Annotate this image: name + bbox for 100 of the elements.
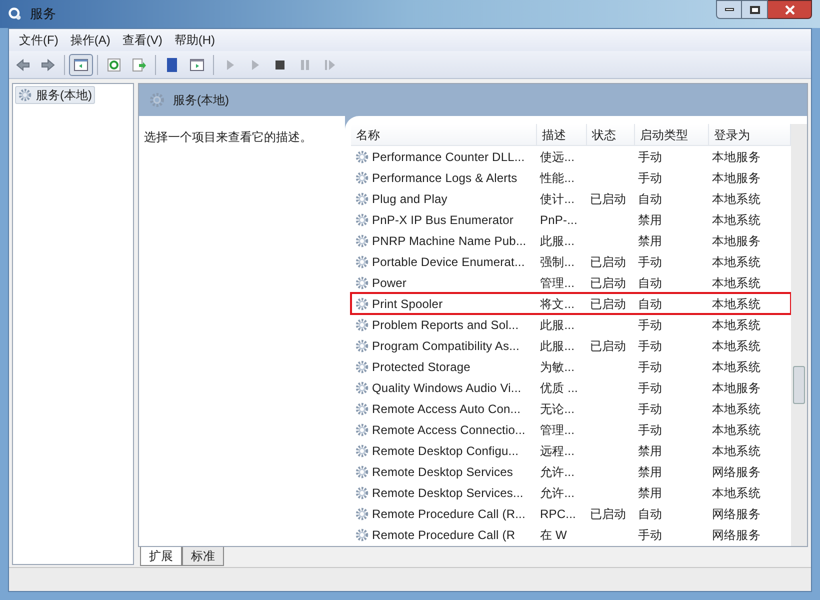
column-header[interactable]: 描述 <box>537 124 587 145</box>
table-cell-text: 为敏... <box>540 358 575 376</box>
table-row[interactable]: PnP-X IP Bus Enumerator PnP-... 禁用 本地系统 <box>351 209 791 230</box>
table-row[interactable]: Power 管理... 已启动 自动 本地系统 <box>351 272 791 293</box>
close-button[interactable] <box>768 0 812 19</box>
table-cell-text: 本地系统 <box>712 316 760 334</box>
table-cell-text: 自动 <box>638 190 662 208</box>
menu-item[interactable]: 文件(F) <box>13 31 64 49</box>
table-cell-text: PNRP Machine Name Pub... <box>372 232 526 250</box>
close-icon <box>784 4 794 14</box>
table-cell-text: 网络服务 <box>712 506 760 522</box>
view-tab[interactable]: 标准 <box>182 547 224 566</box>
table-row[interactable]: Remote Desktop Services... 允许... 禁用 本地系统 <box>351 482 791 503</box>
table-cell-text: Print Spooler <box>372 296 443 312</box>
menu-item[interactable]: 查看(V) <box>116 31 168 49</box>
table-row[interactable]: Quality Windows Audio Vi... 优质 ... 手动 本地服务 <box>351 377 791 398</box>
table-row[interactable]: Performance Logs & Alerts 性能... 手动 本地服务 <box>351 167 791 188</box>
table-cell-text: 本地系统 <box>712 422 760 438</box>
table-cell-text: Program Compatibility As... <box>372 338 520 354</box>
menu-item[interactable]: 帮助(H) <box>168 31 221 49</box>
table-row[interactable]: Plug and Play 使计... 已启动 自动 本地系统 <box>351 188 791 209</box>
table-cell-text: 手动 <box>638 338 662 354</box>
table-row[interactable]: Remote Access Auto Con... 无论... 手动 本地系统 <box>351 398 791 419</box>
table-row[interactable]: Remote Procedure Call (R 在 W 手动 网络服务 <box>351 524 791 545</box>
table-row[interactable]: Protected Storage 为敏... 手动 本地系统 <box>351 356 791 377</box>
description-text: 选择一个项目来查看它的描述。 <box>144 130 312 144</box>
table-cell-text: 禁用 <box>638 464 662 480</box>
column-header[interactable]: 启动类型 <box>635 124 709 145</box>
table-cell-text: PnP-... <box>540 212 578 228</box>
table-cell-text: 本地系统 <box>712 212 760 228</box>
table-cell-text: 此服... <box>540 338 575 354</box>
table-cell-text: 管理... <box>540 274 575 292</box>
tree-item[interactable]: 服务(本地) <box>15 86 95 104</box>
table-cell-text: Protected Storage <box>372 358 470 376</box>
table-cell-text: 网络服务 <box>712 464 760 480</box>
table-cell-text: 远程... <box>540 442 575 460</box>
column-header[interactable]: 状态 <box>587 124 635 145</box>
table-cell-text: Performance Logs & Alerts <box>372 170 518 186</box>
table-cell-text: 本地服务 <box>712 170 760 186</box>
table-cell-text: 使远... <box>540 148 575 166</box>
table-cell-text: 将文... <box>540 296 575 312</box>
table-cell-text: Remote Procedure Call (R <box>372 526 516 544</box>
table-cell-text: Remote Desktop Configu... <box>372 442 519 460</box>
table-row[interactable]: Program Compatibility As... 此服... 已启动 手动 本地系统 <box>351 335 791 356</box>
table-cell-text: 手动 <box>638 170 662 186</box>
table-cell-text: Power <box>372 274 407 292</box>
console-tree-icon[interactable] <box>69 54 93 76</box>
table-cell-text: 本地服务 <box>712 148 760 166</box>
panel-title: 服务(本地) <box>173 92 229 109</box>
table-cell-text: Quality Windows Audio Vi... <box>372 380 522 396</box>
table-cell-text: Performance Counter DLL... <box>372 148 525 166</box>
table-cell-text: Remote Desktop Services... <box>372 484 524 502</box>
table-cell-text: 使计... <box>540 190 575 208</box>
table-row[interactable]: Remote Desktop Services 允许... 禁用 网络服务 <box>351 461 791 482</box>
table-cell-text: 允许... <box>540 464 575 480</box>
table-cell-text: 本地系统 <box>712 190 760 208</box>
table-cell-text: 在 W <box>540 526 567 544</box>
column-header[interactable]: 名称 <box>351 124 537 145</box>
minimize-button[interactable] <box>716 0 742 19</box>
table-cell-text: 本地服务 <box>712 380 760 396</box>
table-cell-text: 自动 <box>638 296 662 312</box>
table-cell-text: 自动 <box>638 506 662 522</box>
table-cell-text: 本地系统 <box>712 484 760 502</box>
table-cell-text: Problem Reports and Sol... <box>372 316 519 334</box>
table-cell-text: 性能... <box>540 170 575 186</box>
table-cell-text: 此服... <box>540 232 575 250</box>
table-cell-text: Plug and Play <box>372 190 448 208</box>
column-header[interactable]: 登录为 <box>709 124 791 145</box>
menu-item[interactable]: 操作(A) <box>64 31 116 49</box>
table-row[interactable]: Remote Procedure Call (R... RPC... 已启动 自动 网络服务 <box>351 503 791 524</box>
table-cell-text: 禁用 <box>638 484 662 502</box>
table-cell-text: 已启动 <box>590 274 626 292</box>
table-cell-text: 管理... <box>540 422 575 438</box>
maximize-button[interactable] <box>742 0 768 19</box>
window-title: 服务 <box>30 5 56 24</box>
table-cell-text: 无论... <box>540 400 575 418</box>
table-cell-text: 允许... <box>540 484 575 502</box>
table-cell-text: 手动 <box>638 422 662 438</box>
table-cell-text: 强制... <box>540 254 575 270</box>
table-row[interactable]: Portable Device Enumerat... 强制... 已启动 手动 本地系统 <box>351 251 791 272</box>
table-row[interactable]: Remote Access Connectio... 管理... 手动 本地系统 <box>351 419 791 440</box>
table-cell-text: Portable Device Enumerat... <box>372 254 525 270</box>
table-cell-text: 本地系统 <box>712 358 760 376</box>
table-cell-text: 已启动 <box>590 190 626 208</box>
table-row[interactable]: Print Spooler 将文... 已启动 自动 本地系统 <box>351 293 791 314</box>
table-row[interactable]: Remote Desktop Configu... 远程... 禁用 本地系统 <box>351 440 791 461</box>
table-cell-text: Remote Procedure Call (R... <box>372 506 526 522</box>
view-tab[interactable]: 扩展 <box>140 547 182 566</box>
table-cell-text: RPC... <box>540 506 576 522</box>
table-cell-text: 禁用 <box>638 232 662 250</box>
table-cell-text: Remote Access Auto Con... <box>372 400 521 418</box>
table-row[interactable]: Performance Counter DLL... 使远... 手动 本地服务 <box>351 146 791 167</box>
table-cell-text: 禁用 <box>638 212 662 228</box>
table-row[interactable]: Problem Reports and Sol... 此服... 手动 本地系统 <box>351 314 791 335</box>
table-cell-text: 本地系统 <box>712 400 760 418</box>
table-cell-text: 已启动 <box>590 296 626 312</box>
table-cell-text: 禁用 <box>638 442 662 460</box>
table-row[interactable]: PNRP Machine Name Pub... 此服... 禁用 本地服务 <box>351 230 791 251</box>
table-cell-text: 已启动 <box>590 338 626 354</box>
table-cell-text: 此服... <box>540 316 575 334</box>
